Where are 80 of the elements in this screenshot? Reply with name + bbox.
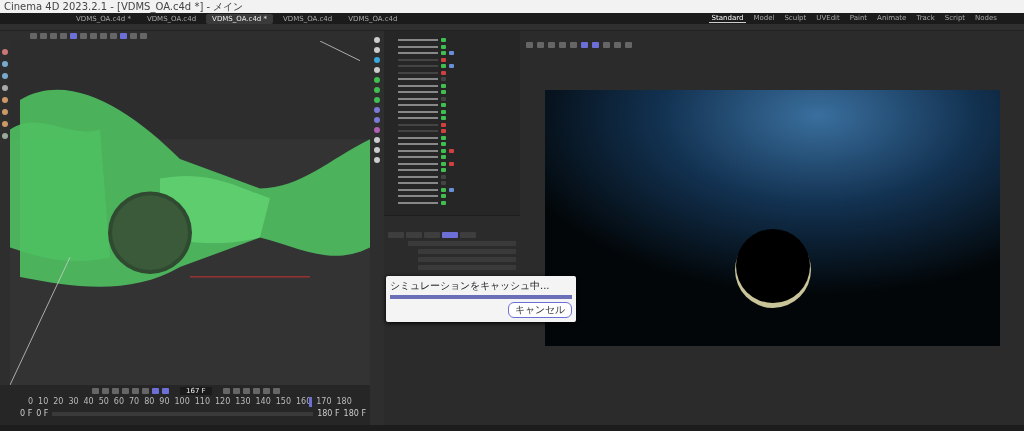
frame-tick: 40 [83,397,94,407]
frame-tick: 20 [53,397,64,407]
status-icon[interactable] [441,90,446,95]
object-row[interactable] [398,78,438,81]
object-row[interactable] [398,136,438,139]
object-row[interactable] [398,175,438,178]
frame-tick: 80 [144,397,155,407]
frame-tick: 30 [68,397,79,407]
frame-tick: 180 [336,397,352,407]
status-icon[interactable] [441,51,446,56]
status-icon[interactable] [441,187,446,192]
playhead[interactable] [308,397,312,407]
frame-tick: 150 [275,397,291,407]
object-row[interactable] [398,110,438,113]
frame-tick: 130 [235,397,251,407]
cancel-button[interactable]: キャンセル [508,302,572,318]
frame-tick: 170 [316,397,332,407]
frame-tick: 70 [129,397,140,407]
status-icon[interactable] [441,168,446,173]
status-icon[interactable] [441,129,446,134]
object-row[interactable] [398,188,438,191]
frame-tick: 10 [38,397,49,407]
key-icon[interactable] [232,388,240,394]
frame-tick: 120 [214,397,231,407]
status-icon[interactable] [441,38,446,43]
tag-icon[interactable] [449,148,454,153]
status-icon[interactable] [441,194,446,199]
frame-tick: 110 [194,397,210,407]
start-frame[interactable]: 0 F [20,409,33,418]
tag-icon[interactable] [449,161,454,166]
status-icon[interactable] [441,116,446,121]
frame-tick: 100 [174,397,190,407]
window-title: Cinema 4D 2023.2.1 - [VDMS_OA.c4d *] - メイン [4,0,244,13]
status-icon[interactable] [441,103,446,108]
object-row[interactable] [398,104,438,107]
object-row[interactable] [398,39,438,42]
status-icon[interactable] [441,57,446,62]
frame-tick: 90 [159,397,170,407]
object-row[interactable] [398,97,438,100]
end-frame[interactable]: 180 F [317,409,340,418]
status-icon[interactable] [441,155,446,160]
frame-tick: 140 [255,397,271,407]
tag-icon[interactable] [449,64,454,69]
status-icon[interactable] [441,44,446,49]
object-row[interactable] [398,195,438,198]
status-icon[interactable] [441,161,446,166]
tag-icon[interactable] [449,187,454,192]
object-row[interactable] [398,156,438,159]
frame-tick: 0 [28,397,34,407]
key-icon[interactable] [242,388,250,394]
key-icon[interactable] [252,388,260,394]
dialog-message: シミュレーションをキャッシュ中... [390,279,550,292]
object-row[interactable] [398,91,438,94]
object-row[interactable] [398,182,438,185]
status-icon[interactable] [441,122,446,127]
status-icon[interactable] [441,200,446,205]
start-frame[interactable]: 0 F [36,409,49,418]
tag-icon[interactable] [449,51,454,56]
object-row[interactable] [398,149,438,152]
status-icon[interactable] [441,109,446,114]
object-row[interactable] [398,45,438,48]
frame-tick: 60 [113,397,125,407]
key-icon[interactable] [272,388,280,394]
object-row[interactable] [398,162,438,165]
status-icon[interactable] [441,70,446,75]
object-row[interactable] [398,117,438,120]
key-icon[interactable] [262,388,270,394]
frame-tick: 50 [98,397,109,407]
object-row[interactable] [398,52,438,55]
status-icon[interactable] [441,135,446,140]
status-icon[interactable] [441,64,446,69]
status-icon[interactable] [441,83,446,88]
key-icon[interactable] [222,388,230,394]
object-row[interactable] [398,201,438,204]
object-row[interactable] [398,169,438,172]
end-frame[interactable]: 180 F [343,409,366,418]
object-row[interactable] [398,143,438,146]
object-row[interactable] [398,84,438,87]
status-icon[interactable] [441,142,446,147]
status-icon[interactable] [441,148,446,153]
